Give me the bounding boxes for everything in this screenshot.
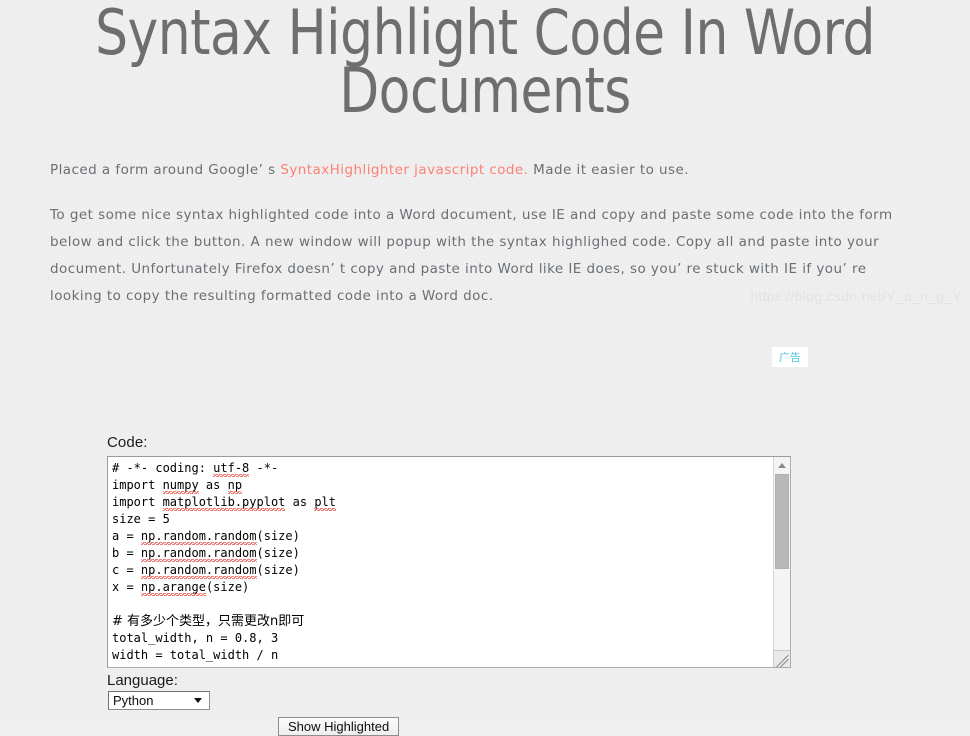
intro-text-after-link: Made it easier to use. xyxy=(528,162,689,178)
intro-paragraph: Placed a form around Google’ s SyntaxHig… xyxy=(0,120,970,184)
language-select-value: Python xyxy=(113,693,153,708)
syntaxhighlighter-link[interactable]: SyntaxHighlighter javascript code. xyxy=(280,162,528,178)
code-line: total_width, n = 0.8, 3 xyxy=(112,630,773,647)
code-input[interactable]: # -*- coding: utf-8 -*-import numpy as n… xyxy=(108,457,773,667)
scroll-up-button[interactable] xyxy=(774,457,790,474)
code-line: # 有多少个类型，只需更改n即可 xyxy=(112,613,773,630)
scroll-thumb[interactable] xyxy=(775,474,789,569)
code-line xyxy=(112,664,773,667)
watermark: https://blog.csdn.net/Y_a_n_g_Y xyxy=(750,288,962,304)
code-line xyxy=(112,596,773,613)
form-controls: Language: Python Show Highlighted xyxy=(107,674,807,704)
code-label: Code: xyxy=(107,434,807,451)
code-line: a = np.random.random(size) xyxy=(112,528,773,545)
highlight-form: Code: # -*- coding: utf-8 -*-import nump… xyxy=(107,434,807,704)
language-select[interactable]: Python xyxy=(108,691,210,710)
code-line: # -*- coding: utf-8 -*- xyxy=(112,460,773,477)
ad-badge[interactable]: 广告 xyxy=(772,347,808,367)
code-textarea-shell: # -*- coding: utf-8 -*-import numpy as n… xyxy=(107,456,791,668)
code-line: width = total_width / n xyxy=(112,647,773,664)
chevron-down-icon xyxy=(194,698,202,703)
code-line: size = 5 xyxy=(112,511,773,528)
ad-label: 广告 xyxy=(779,352,801,363)
show-highlighted-button[interactable]: Show Highlighted xyxy=(278,717,399,736)
code-line: import matplotlib.pyplot as plt xyxy=(112,494,773,511)
language-label: Language: xyxy=(107,674,807,688)
textarea-resize-grip-icon[interactable] xyxy=(773,650,790,667)
scroll-up-arrow-icon xyxy=(778,463,786,468)
code-vertical-scrollbar[interactable] xyxy=(773,457,790,667)
page-content: Syntax Highlight Code In Word Documents … xyxy=(0,0,970,310)
scroll-track[interactable] xyxy=(774,474,790,650)
code-line: c = np.random.random(size) xyxy=(112,562,773,579)
page-title: Syntax Highlight Code In Word Documents xyxy=(34,0,936,120)
code-line: b = np.random.random(size) xyxy=(112,545,773,562)
code-line: x = np.arange(size) xyxy=(112,579,773,596)
intro-text-before-link: Placed a form around Google’ s xyxy=(50,162,280,178)
code-line: import numpy as np xyxy=(112,477,773,494)
